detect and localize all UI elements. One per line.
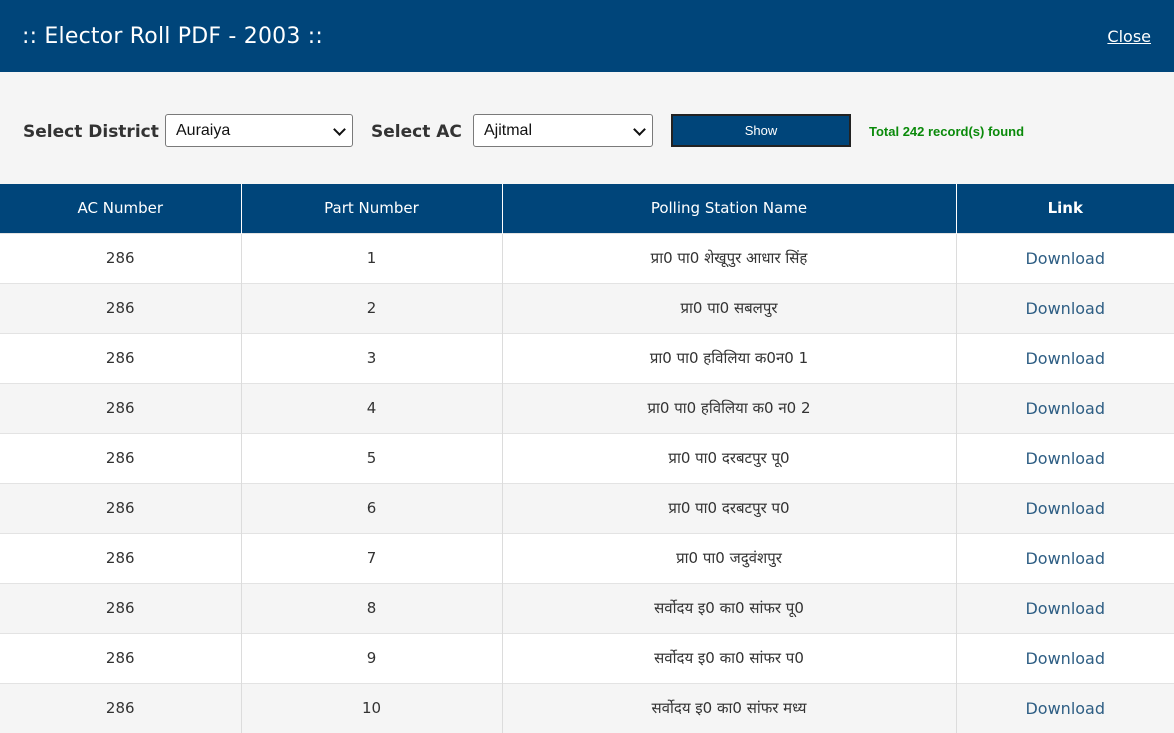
ac-select[interactable]: Ajitmal [473,114,653,147]
part-number-cell: 9 [240,632,502,683]
polling-station-cell: प्रा0 पा0 शेखूपुर आधार सिंह [501,232,956,283]
table-row: 286 5 प्रा0 पा0 दरबटपुर पू0 Download [0,432,1174,483]
download-link[interactable]: Download [955,332,1174,383]
part-number-cell: 3 [240,332,502,383]
table-header-row: AC Number Part Number Polling Station Na… [0,184,1174,233]
polling-station-cell: सर्वोदय इ0 का0 सांफर प0 [501,632,956,683]
table-row: 286 10 सर्वोदय इ0 का0 सांफर मध्य Downloa… [0,682,1174,733]
chevron-down-icon [633,123,646,136]
header-bar: :: Elector Roll PDF - 2003 :: Close [0,0,1174,72]
polling-station-cell: प्रा0 पा0 हविलिया क0न0 1 [501,332,956,383]
part-number-cell: 6 [240,482,502,533]
download-link[interactable]: Download [955,232,1174,283]
polling-station-cell: प्रा0 पा0 दरबटपुर पू0 [501,432,956,483]
records-found-text: Total 242 record(s) found [869,124,1025,139]
part-number-cell: 1 [240,232,502,283]
ac-label: Select AC [371,122,462,142]
show-button[interactable]: Show [671,114,851,147]
district-select[interactable]: Auraiya [165,114,353,147]
download-link[interactable]: Download [955,532,1174,583]
ac-number-cell: 286 [0,682,241,733]
table-row: 286 6 प्रा0 पा0 दरबटपुर प0 Download [0,482,1174,533]
chevron-down-icon [333,123,346,136]
ac-number-cell: 286 [0,432,241,483]
part-number-cell: 2 [240,282,502,333]
ac-number-cell: 286 [0,582,241,633]
page-title: :: Elector Roll PDF - 2003 :: [22,23,323,49]
part-number-cell: 10 [240,682,502,733]
download-link[interactable]: Download [955,282,1174,333]
table-row: 286 9 सर्वोदय इ0 का0 सांफर प0 Download [0,632,1174,683]
polling-station-cell: प्रा0 पा0 दरबटपुर प0 [501,482,956,533]
download-link[interactable]: Download [955,682,1174,733]
part-number-cell: 5 [240,432,502,483]
header-part-number: Part Number [240,184,502,233]
header-polling-station-name: Polling Station Name [501,184,956,233]
ac-number-cell: 286 [0,332,241,383]
download-link[interactable]: Download [955,632,1174,683]
ac-number-cell: 286 [0,632,241,683]
part-number-cell: 8 [240,582,502,633]
district-label: Select District [23,122,159,142]
ac-select-value: Ajitmal [484,121,533,139]
header-ac-number: AC Number [77,199,164,218]
download-link[interactable]: Download [955,432,1174,483]
part-number-cell: 4 [240,382,502,433]
table-row: 286 4 प्रा0 पा0 हविलिया क0 न0 2 Download [0,382,1174,433]
polling-station-cell: प्रा0 पा0 हविलिया क0 न0 2 [501,382,956,433]
table-row: 286 2 प्रा0 पा0 सबलपुर Download [0,282,1174,333]
part-number-cell: 7 [240,532,502,583]
ac-number-cell: 286 [0,232,241,283]
results-table: AC Number Part Number Polling Station Na… [0,184,1174,733]
table-row: 286 7 प्रा0 पा0 जदुवंशपुर Download [0,532,1174,583]
table-row: 286 1 प्रा0 पा0 शेखूपुर आधार सिंह Downlo… [0,232,1174,283]
download-link[interactable]: Download [955,482,1174,533]
ac-number-cell: 286 [0,482,241,533]
download-link[interactable]: Download [955,382,1174,433]
header-link: Link [955,184,1174,233]
ac-number-cell: 286 [0,532,241,583]
download-link[interactable]: Download [955,582,1174,633]
ac-number-cell: 286 [0,382,241,433]
filter-panel: Select District Auraiya Select AC Ajitma… [0,72,1174,184]
polling-station-cell: प्रा0 पा0 जदुवंशपुर [501,532,956,583]
polling-station-cell: प्रा0 पा0 सबलपुर [501,282,956,333]
table-row: 286 3 प्रा0 पा0 हविलिया क0न0 1 Download [0,332,1174,383]
district-select-value: Auraiya [176,121,231,139]
polling-station-cell: सर्वोदय इ0 का0 सांफर पू0 [501,582,956,633]
table-row: 286 8 सर्वोदय इ0 का0 सांफर पू0 Download [0,582,1174,633]
ac-number-cell: 286 [0,282,241,333]
polling-station-cell: सर्वोदय इ0 का0 सांफर मध्य [501,682,956,733]
close-link[interactable]: Close [1107,27,1151,46]
